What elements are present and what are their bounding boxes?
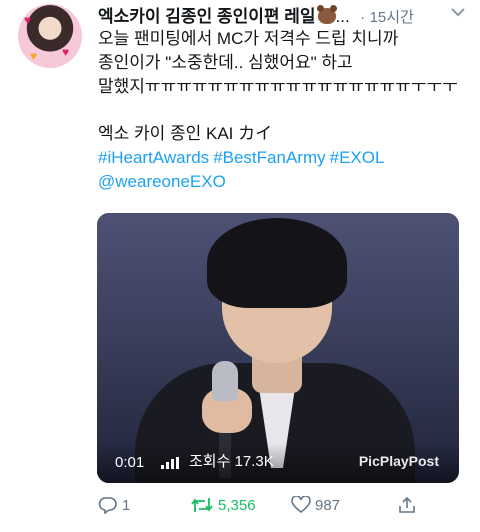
hashtag-row: #iHeartAwards #BestFanArmy #EXOL — [98, 146, 468, 170]
tweet-text: 오늘 팬미팅에서 MC가 저격수 드립 치니까 종인이가 "소중한데.. 심했어… — [98, 27, 468, 99]
tweet-actions: 1 5,356 987 — [98, 496, 468, 526]
microphone-icon — [212, 361, 238, 401]
display-name[interactable]: 엑소카이 김종인 종인이편 레일 — [98, 7, 316, 26]
reply-count: 1 — [122, 496, 131, 514]
like-count: 987 — [315, 496, 341, 514]
retweet-icon — [191, 498, 213, 512]
video-player[interactable]: 0:01 조회수 17.3K PicPlayPost — [97, 213, 459, 483]
heart-icon — [291, 496, 311, 514]
chevron-down-icon[interactable] — [450, 4, 466, 21]
tweet-text-line: 말했지ㅠㅠㅠㅠㅠㅠㅠㅠㅠㅠㅠㅠㅠㅠㅠㅠㅠㅜㅜㅜ — [98, 77, 458, 96]
reply-icon — [98, 497, 117, 514]
reply-button[interactable]: 1 — [98, 496, 130, 514]
video-duration: 0:01 — [115, 454, 145, 471]
tweet-text-line: 엑소 카이 종인 KAI カイ — [98, 124, 273, 143]
bear-emoji-icon — [316, 5, 337, 24]
heart-decoration-icon: ♥ — [62, 45, 70, 59]
name-ellipsis: ... — [335, 7, 350, 26]
share-icon — [399, 496, 415, 513]
tweet-timestamp[interactable]: 15시간 — [370, 9, 414, 26]
share-button[interactable] — [398, 496, 416, 514]
video-watermark: PicPlayPost — [358, 453, 439, 469]
avatar[interactable]: ♥ ♥ ♥ — [18, 4, 82, 68]
video-view-count: 조회수 17.3K — [189, 453, 274, 470]
hashtag-link[interactable]: #BestFanArmy — [213, 148, 325, 167]
tweet-text-line: 오늘 팬미팅에서 MC가 저격수 드립 치니까 — [98, 29, 399, 48]
signal-bars-icon — [161, 457, 179, 469]
retweet-count: 5,356 — [218, 496, 256, 514]
retweet-button[interactable]: 5,356 — [190, 496, 256, 514]
video-figure-hair — [207, 218, 347, 308]
heart-decoration-icon: ♥ — [24, 13, 32, 27]
hashtag-link[interactable]: #iHeartAwards — [98, 148, 209, 167]
header-separator: · — [360, 9, 366, 26]
tweet-header: 엑소카이 김종인 종인이편 레일... · 15시간 — [98, 2, 466, 28]
tweet-text-line: 종인이가 "소중한데.. 심했어요" 하고 — [98, 53, 353, 72]
like-button[interactable]: 987 — [291, 496, 340, 514]
tweet-text-second: 엑소 카이 종인 KAI カイ #iHeartAwards #BestFanArm… — [98, 122, 468, 194]
heart-decoration-icon: ♥ — [30, 49, 38, 63]
mention-link[interactable]: @weareoneEXO — [98, 170, 468, 194]
hashtag-link[interactable]: #EXOL — [330, 148, 385, 167]
